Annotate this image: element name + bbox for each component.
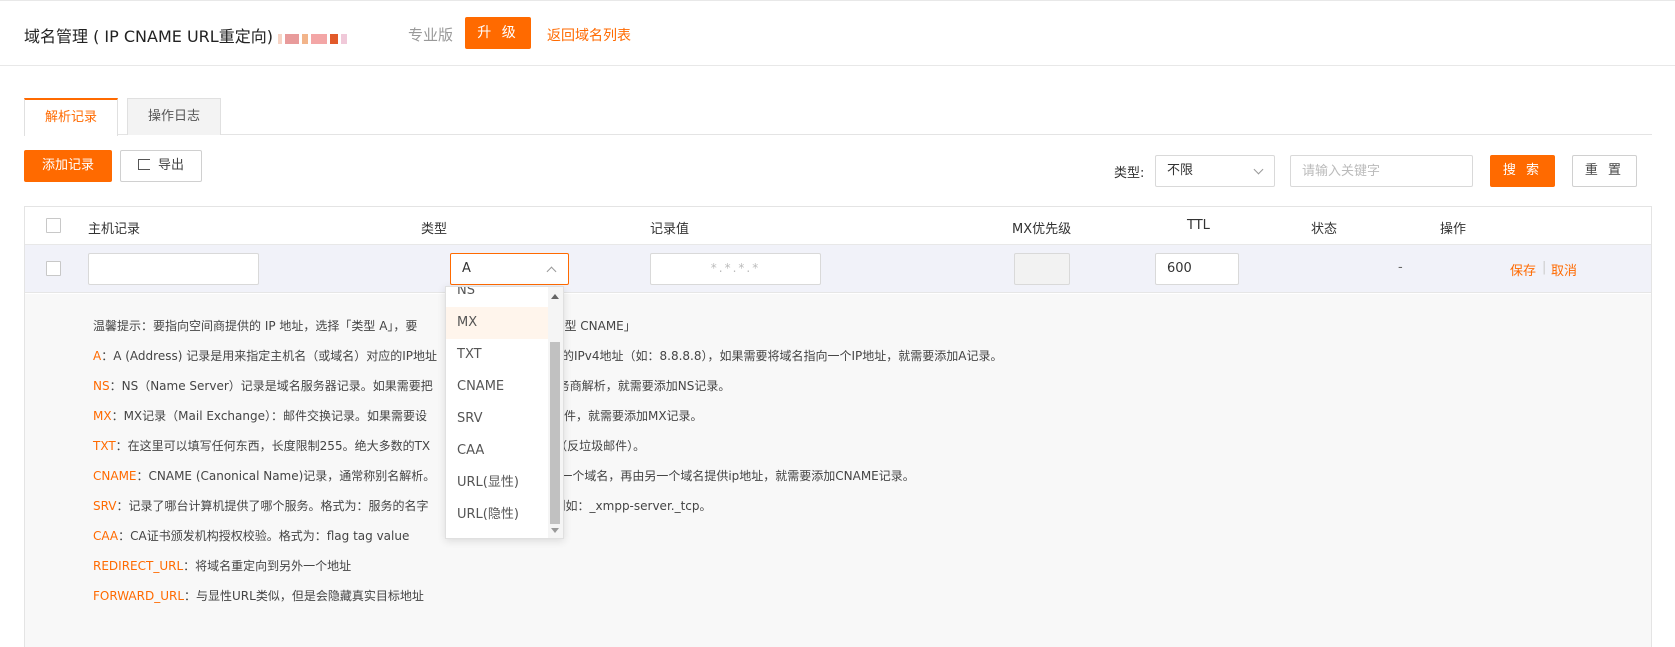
tip-text: ：A (Address) 记录是用来指定主机名（或域名）对应的IP地址	[101, 349, 437, 363]
edit-record-row: A *.*.*.* 600 - 保存 | 取消	[25, 245, 1651, 293]
table-header: 主机记录 类型 记录值 MX优先级 TTL 状态 操作	[25, 207, 1651, 245]
edition-label: 专业版	[408, 26, 454, 44]
tab-bar: 解析记录 操作日志	[24, 98, 1652, 136]
reset-button[interactable]: 重 置	[1572, 155, 1637, 187]
export-icon	[137, 159, 150, 170]
tip-text: ：CA证书颁发机构授权校验。格式为：flag tag value	[118, 529, 410, 543]
tip-redirect-url: REDIRECT_URL：将域名重定向到另外一个地址	[93, 557, 351, 574]
tip-ns: NS：NS（Name Server）记录是域名服务器记录。如果需要把 服务商解析，…	[93, 377, 730, 394]
col-host: 主机记录	[88, 222, 141, 237]
tip-text: ：CNAME (Canonical Name)记录，通常称别名解析。	[136, 469, 436, 483]
type-filter-value: 不限	[1167, 163, 1194, 178]
domain-name-redacted	[278, 31, 378, 44]
tip-tail: ，例如：_xmpp-server._tcp。	[541, 499, 712, 513]
tip-tail: 另一个域名，再由另一个域名提供ip地址，就需要添加CNAME记录。	[548, 469, 915, 483]
page-header: 域名管理 ( IP CNAME URL重定向) 专业版 升 级 返回域名列表	[0, 0, 1675, 66]
tip-intro-text: 温馨提示：要指向空间商提供的 IP 地址，选择「类型 A」，要	[93, 319, 418, 333]
tip-text: ：与显性URL类似，但是会隐藏真实目标地址	[184, 589, 424, 603]
chevron-up-icon	[546, 266, 557, 277]
type-filter-select[interactable]: 不限	[1155, 155, 1275, 187]
col-ttl: TTL	[1187, 218, 1210, 233]
select-all-checkbox[interactable]	[46, 218, 61, 233]
tip-key: CAA	[93, 529, 119, 543]
type-filter-label: 类型:	[1114, 166, 1145, 181]
add-record-button[interactable]: 添加记录	[24, 150, 112, 182]
tip-caa: CAA：CA证书颁发机构授权校验。格式为：flag tag value	[93, 527, 409, 544]
keyword-search-input[interactable]	[1290, 155, 1473, 187]
tip-key: MX	[93, 409, 112, 423]
dropdown-option-cname[interactable]: CNAME	[446, 371, 549, 403]
tab-operation-log[interactable]: 操作日志	[127, 98, 221, 135]
record-type-select[interactable]: A	[450, 253, 569, 285]
record-type-value: A	[462, 261, 471, 276]
records-table: 主机记录 类型 记录值 MX优先级 TTL 状态 操作 A *.*.*.* 60…	[24, 206, 1652, 647]
tip-mx: MX：MX记录（Mail Exchange）：邮件交换记录。如果需要设 到邮件，就…	[93, 407, 703, 424]
scroll-up-arrow-icon[interactable]	[551, 294, 559, 299]
page-title: 域名管理 ( IP CNAME URL重定向)	[24, 27, 273, 46]
tip-text: ：MX记录（Mail Exchange）：邮件交换记录。如果需要设	[111, 409, 427, 423]
col-type: 类型	[421, 222, 448, 237]
chevron-down-icon	[1253, 164, 1264, 175]
dropdown-option-txt[interactable]: TXT	[446, 339, 549, 371]
cancel-button[interactable]: 取消	[1551, 260, 1577, 279]
upgrade-button[interactable]: 升 级	[465, 17, 531, 49]
record-type-dropdown: NS MX TXT CNAME SRV CAA URL(显性) URL(隐性)	[445, 286, 564, 539]
tip-srv: SRV：记录了哪台计算机提供了哪个服务。格式为：服务的名字 ，例如：_xmpp-s…	[93, 497, 712, 514]
status-value: -	[1398, 260, 1403, 275]
dropdown-scrollbar[interactable]	[548, 287, 563, 538]
tip-key: FORWARD_URL	[93, 589, 185, 603]
scrollbar-thumb[interactable]	[550, 342, 560, 524]
action-separator: |	[1542, 260, 1547, 275]
tip-text: ：在这里可以填写任何东西，长度限制255。绝大多数的TX	[115, 439, 431, 453]
host-record-input[interactable]	[88, 253, 259, 285]
tip-tail: 服务商解析，就需要添加NS记录。	[545, 379, 731, 393]
tip-key: TXT	[93, 439, 116, 453]
tip-text: ：记录了哪台计算机提供了哪个服务。格式为：服务的名字	[116, 499, 429, 513]
tip-tail: 到邮件，就需要添加MX记录。	[539, 409, 703, 423]
tip-key: CNAME	[93, 469, 137, 483]
dropdown-option-ns[interactable]: NS	[446, 287, 549, 307]
tab-dns-records[interactable]: 解析记录	[24, 98, 118, 136]
save-button[interactable]: 保存	[1510, 260, 1536, 279]
dropdown-option-mx[interactable]: MX	[446, 307, 549, 339]
row-checkbox[interactable]	[46, 261, 61, 276]
tip-key: SRV	[93, 499, 117, 513]
tip-key: REDIRECT_URL	[93, 559, 184, 573]
tips-panel: 温馨提示：要指向空间商提供的 IP 地址，选择「类型 A」，要 「类型 CNAME…	[25, 294, 1651, 647]
tip-text: ：NS（Name Server）记录是域名服务器记录。如果需要把	[109, 379, 433, 393]
scroll-down-arrow-icon[interactable]	[551, 528, 559, 533]
back-to-domain-list-link[interactable]: 返回域名列表	[547, 25, 631, 45]
col-actions: 操作	[1440, 222, 1467, 237]
col-value: 记录值	[650, 222, 690, 237]
dropdown-option-caa[interactable]: CAA	[446, 435, 549, 467]
record-value-placeholder: *.*.*.*	[710, 261, 761, 275]
dropdown-option-url-implicit[interactable]: URL(隐性)	[446, 499, 549, 531]
record-value-input[interactable]: *.*.*.*	[650, 253, 821, 285]
search-button[interactable]: 搜 索	[1490, 155, 1555, 187]
mx-priority-input	[1014, 253, 1070, 285]
tip-key: A	[93, 349, 102, 363]
export-button[interactable]: 导出	[120, 150, 202, 182]
tip-text: ：将域名重定向到另外一个地址	[183, 559, 352, 573]
export-label: 导出	[157, 158, 184, 173]
tip-forward-url: FORWARD_URL：与显性URL类似，但是会隐藏真实目标地址	[93, 587, 424, 604]
dropdown-option-srv[interactable]: SRV	[446, 403, 549, 435]
ttl-value: 600	[1167, 261, 1192, 276]
col-status: 状态	[1311, 222, 1338, 237]
tip-tail: 名的IPv4地址（如：8.8.8.8），如果需要将域名指向一个IP地址，就需要添…	[550, 349, 1003, 363]
col-mx-priority: MX优先级	[1012, 222, 1072, 237]
ttl-input[interactable]: 600	[1155, 253, 1239, 285]
tip-key: NS	[93, 379, 110, 393]
dropdown-option-url-explicit[interactable]: URL(显性)	[446, 467, 549, 499]
